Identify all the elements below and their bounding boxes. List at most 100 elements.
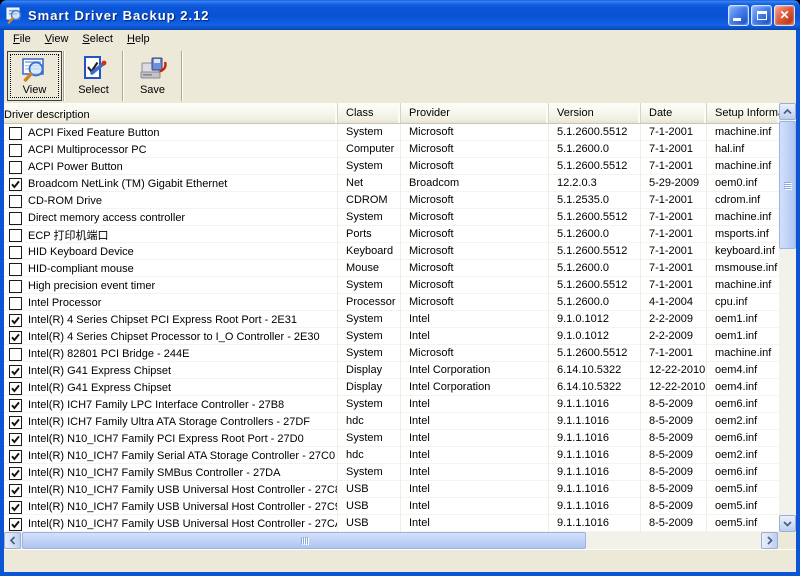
provider-cell: Microsoft xyxy=(401,243,549,260)
row-checkbox[interactable] xyxy=(9,467,22,480)
row-checkbox[interactable] xyxy=(9,280,22,293)
row-checkbox[interactable] xyxy=(9,433,22,446)
check-icon xyxy=(11,384,20,393)
class-cell: System xyxy=(338,311,401,328)
menu-help[interactable]: Help xyxy=(120,32,157,47)
row-checkbox[interactable] xyxy=(9,229,22,242)
toolbar-button-label: Save xyxy=(140,84,165,96)
row-checkbox[interactable] xyxy=(9,297,22,310)
row-checkbox[interactable] xyxy=(9,501,22,514)
scroll-left-button[interactable] xyxy=(4,532,21,549)
driver-description-cell: Direct memory access controller xyxy=(4,209,338,226)
table-body: ACPI Fixed Feature ButtonSystemMicrosoft… xyxy=(4,124,779,532)
table-row[interactable]: Intel(R) G41 Express ChipsetDisplayIntel… xyxy=(4,362,779,379)
inf-cell: oem1.inf xyxy=(707,311,779,328)
toolbar-button-save[interactable]: Save xyxy=(125,51,180,101)
table-row[interactable]: ACPI Power ButtonSystemMicrosoft5.1.2600… xyxy=(4,158,779,175)
table-row[interactable]: Direct memory access controllerSystemMic… xyxy=(4,209,779,226)
table-row[interactable]: Intel(R) 82801 PCI Bridge - 244ESystemMi… xyxy=(4,345,779,362)
column-header-description[interactable]: Driver description xyxy=(4,103,338,123)
driver-description: Intel(R) G41 Express Chipset xyxy=(28,382,171,394)
table-row[interactable]: Intel(R) G41 Express ChipsetDisplayIntel… xyxy=(4,379,779,396)
table-row[interactable]: Intel ProcessorProcessorMicrosoft5.1.260… xyxy=(4,294,779,311)
inf-cell: hal.inf xyxy=(707,141,779,158)
table-row[interactable]: Intel(R) N10_ICH7 Family Serial ATA Stor… xyxy=(4,447,779,464)
table-row[interactable]: Intel(R) ICH7 Family Ultra ATA Storage C… xyxy=(4,413,779,430)
maximize-button[interactable] xyxy=(751,5,772,26)
close-button[interactable]: ✕ xyxy=(774,5,795,26)
column-header-provider[interactable]: Provider xyxy=(401,103,549,123)
row-checkbox[interactable] xyxy=(9,348,22,361)
row-checkbox[interactable] xyxy=(9,246,22,259)
table-row[interactable]: Intel(R) 4 Series Chipset PCI Express Ro… xyxy=(4,311,779,328)
inf-cell: oem2.inf xyxy=(707,447,779,464)
column-header-version[interactable]: Version xyxy=(549,103,641,123)
date-cell: 12-22-2010 xyxy=(641,379,707,396)
row-checkbox[interactable] xyxy=(9,484,22,497)
driver-description: Intel(R) N10_ICH7 Family PCI Express Roo… xyxy=(28,433,304,445)
table-row[interactable]: Intel(R) N10_ICH7 Family USB Universal H… xyxy=(4,498,779,515)
row-checkbox[interactable] xyxy=(9,399,22,412)
version-cell: 9.1.0.1012 xyxy=(549,311,641,328)
check-icon xyxy=(11,401,20,410)
app-icon xyxy=(6,6,24,24)
menu-select[interactable]: Select xyxy=(75,32,120,47)
toolbar-button-select[interactable]: Select xyxy=(66,51,121,101)
scroll-right-button[interactable] xyxy=(761,532,778,549)
row-checkbox[interactable] xyxy=(9,127,22,140)
scroll-up-button[interactable] xyxy=(779,103,796,120)
column-header-class[interactable]: Class xyxy=(338,103,401,123)
vertical-scroll-track[interactable] xyxy=(779,120,796,515)
class-cell: hdc xyxy=(338,413,401,430)
row-checkbox[interactable] xyxy=(9,382,22,395)
menu-file[interactable]: File xyxy=(6,32,38,47)
provider-cell: Microsoft xyxy=(401,124,549,141)
row-checkbox[interactable] xyxy=(9,178,22,191)
row-checkbox[interactable] xyxy=(9,331,22,344)
toolbar-button-view[interactable]: View xyxy=(7,51,62,101)
row-checkbox[interactable] xyxy=(9,365,22,378)
vertical-scrollbar[interactable] xyxy=(779,103,796,532)
horizontal-scroll-track[interactable] xyxy=(21,532,761,549)
table-row[interactable]: Broadcom NetLink (TM) Gigabit EthernetNe… xyxy=(4,175,779,192)
table-row[interactable]: CD-ROM DriveCDROMMicrosoft5.1.2535.07-1-… xyxy=(4,192,779,209)
row-checkbox[interactable] xyxy=(9,450,22,463)
table-row[interactable]: ECP 打印机端口PortsMicrosoft5.1.2600.07-1-200… xyxy=(4,226,779,243)
row-checkbox[interactable] xyxy=(9,144,22,157)
toolbar-button-label: Select xyxy=(78,84,109,96)
table-row[interactable]: Intel(R) ICH7 Family LPC Interface Contr… xyxy=(4,396,779,413)
row-checkbox[interactable] xyxy=(9,416,22,429)
table-row[interactable]: High precision event timerSystemMicrosof… xyxy=(4,277,779,294)
date-cell: 7-1-2001 xyxy=(641,277,707,294)
vertical-scroll-thumb[interactable] xyxy=(779,121,796,249)
table-row[interactable]: ACPI Multiprocessor PCComputerMicrosoft5… xyxy=(4,141,779,158)
table-row[interactable]: Intel(R) 4 Series Chipset Processor to I… xyxy=(4,328,779,345)
driver-description-cell: Intel(R) N10_ICH7 Family USB Universal H… xyxy=(4,498,338,515)
date-cell: 7-1-2001 xyxy=(641,260,707,277)
scroll-down-button[interactable] xyxy=(779,515,796,532)
column-header-inf[interactable]: Setup Informa xyxy=(707,103,779,123)
horizontal-scroll-thumb[interactable] xyxy=(22,532,586,549)
row-checkbox[interactable] xyxy=(9,195,22,208)
row-checkbox[interactable] xyxy=(9,161,22,174)
table-row[interactable]: Intel(R) N10_ICH7 Family USB Universal H… xyxy=(4,481,779,498)
driver-description: CD-ROM Drive xyxy=(28,195,102,207)
version-cell: 5.1.2600.0 xyxy=(549,260,641,277)
row-checkbox[interactable] xyxy=(9,518,22,531)
table-row[interactable]: ACPI Fixed Feature ButtonSystemMicrosoft… xyxy=(4,124,779,141)
table-row[interactable]: HID Keyboard DeviceKeyboardMicrosoft5.1.… xyxy=(4,243,779,260)
minimize-button[interactable] xyxy=(728,5,749,26)
row-checkbox[interactable] xyxy=(9,212,22,225)
table-row[interactable]: HID-compliant mouseMouseMicrosoft5.1.260… xyxy=(4,260,779,277)
menu-view[interactable]: View xyxy=(38,32,76,47)
toolbar: View Select Save xyxy=(4,48,796,103)
horizontal-scrollbar[interactable] xyxy=(4,532,796,549)
table-row[interactable]: Intel(R) N10_ICH7 Family SMBus Controlle… xyxy=(4,464,779,481)
column-header-date[interactable]: Date xyxy=(641,103,707,123)
provider-cell: Intel xyxy=(401,430,549,447)
row-checkbox[interactable] xyxy=(9,314,22,327)
table-row[interactable]: Intel(R) N10_ICH7 Family USB Universal H… xyxy=(4,515,779,532)
provider-cell: Microsoft xyxy=(401,141,549,158)
table-row[interactable]: Intel(R) N10_ICH7 Family PCI Express Roo… xyxy=(4,430,779,447)
row-checkbox[interactable] xyxy=(9,263,22,276)
